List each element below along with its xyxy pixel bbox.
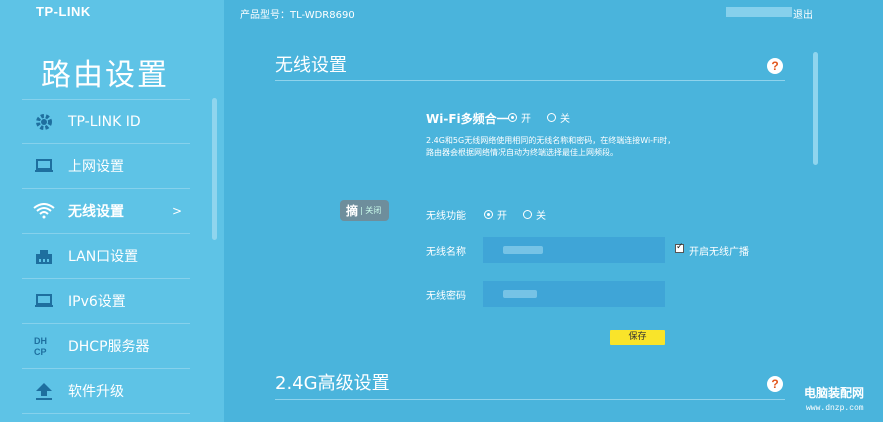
- description-line: 2.4G和5G无线网络使用相同的无线名称和密码，在终端连接Wi-Fi时，: [426, 136, 676, 145]
- wireless-function-label: 无线功能: [426, 211, 466, 222]
- logout-link[interactable]: 退出: [793, 6, 813, 21]
- wifi-icon: [32, 199, 56, 223]
- badge-close[interactable]: | 关闭: [360, 205, 381, 216]
- radio-label: 关: [536, 211, 546, 222]
- sidebar: TP-LINK 路由设置 TP-LINK ID 上网设置 无线设置 > LAN口…: [0, 0, 224, 422]
- upload-icon: [32, 379, 56, 403]
- watermark-url: www.dnzp.com: [806, 404, 864, 413]
- sidebar-item-upgrade[interactable]: 软件升级: [22, 369, 190, 414]
- main-scrollbar[interactable]: [813, 52, 818, 165]
- section-title-wireless: 无线设置: [275, 55, 347, 76]
- wireless-function-radio-group: 开 关: [484, 207, 546, 222]
- sidebar-item-label: DHCP服务器: [68, 339, 150, 355]
- watermark-name: 电脑装配网: [804, 386, 865, 400]
- radio-label: 开: [521, 114, 531, 125]
- save-button[interactable]: 保存: [610, 330, 665, 345]
- help-icon[interactable]: ?: [767, 376, 783, 392]
- description-line: 路由器会根据网络情况自动为终端选择最佳上网频段。: [426, 148, 618, 157]
- multi-band-on-radio[interactable]: [508, 113, 517, 122]
- password-input[interactable]: [483, 281, 665, 307]
- ssid-input[interactable]: [483, 237, 665, 263]
- multi-band-off-radio[interactable]: [547, 113, 556, 122]
- laptop-icon: [32, 154, 56, 178]
- dhcp-icon: DH CP: [32, 334, 56, 358]
- password-label: 无线密码: [426, 291, 466, 302]
- sidebar-item-label: 上网设置: [68, 159, 124, 175]
- gear-icon: [32, 110, 56, 134]
- section-divider: [275, 80, 785, 81]
- section-divider: [275, 399, 785, 400]
- sidebar-nav: TP-LINK ID 上网设置 无线设置 > LAN口设置 IPv6设置 DH …: [22, 99, 190, 414]
- multi-band-radio-group: 开 关: [508, 110, 570, 125]
- product-model: 产品型号：TL-WDR8690: [240, 10, 355, 21]
- ssid-value-blurred: [503, 246, 543, 254]
- sidebar-item-label: 无线设置: [68, 204, 124, 220]
- radio-label: 关: [560, 114, 570, 125]
- sidebar-item-tplink-id[interactable]: TP-LINK ID: [22, 99, 190, 144]
- sidebar-scrollbar[interactable]: [212, 98, 217, 240]
- sidebar-item-label: LAN口设置: [68, 249, 139, 265]
- sidebar-item-label: IPv6设置: [68, 294, 126, 310]
- laptop-icon: [32, 289, 56, 313]
- chevron-right-icon: >: [171, 204, 182, 218]
- multi-band-description: 2.4G和5G无线网络使用相同的无线名称和密码，在终端连接Wi-Fi时， 路由器…: [426, 135, 726, 159]
- sidebar-item-ipv6[interactable]: IPv6设置: [22, 279, 190, 324]
- help-icon[interactable]: ?: [767, 58, 783, 74]
- svg-text:DH: DH: [34, 336, 47, 346]
- broadcast-checkbox[interactable]: [675, 242, 684, 253]
- sidebar-item-label: TP-LINK ID: [68, 113, 141, 130]
- sidebar-item-label: 软件升级: [68, 384, 124, 400]
- floating-badge[interactable]: 摘 | 关闭: [340, 200, 389, 221]
- badge-label: 摘: [346, 204, 359, 218]
- ssid-label: 无线名称: [426, 247, 466, 258]
- broadcast-label: 开启无线广播: [689, 247, 749, 258]
- sidebar-item-lan[interactable]: LAN口设置: [22, 234, 190, 279]
- sidebar-title: 路由设置: [41, 58, 169, 93]
- radio-label: 开: [497, 211, 507, 222]
- tp-link-logo: TP-LINK: [36, 4, 91, 19]
- sidebar-item-wireless[interactable]: 无线设置 >: [22, 189, 190, 234]
- lan-port-icon: [32, 244, 56, 268]
- password-value-blurred: [503, 290, 537, 298]
- wireless-off-radio[interactable]: [523, 210, 532, 219]
- sidebar-item-dhcp[interactable]: DH CP DHCP服务器: [22, 324, 190, 369]
- section-title-advanced: 2.4G高级设置: [275, 373, 390, 394]
- wifi-multi-band-label: Wi-Fi多频合一: [426, 112, 509, 126]
- svg-text:CP: CP: [34, 347, 47, 357]
- user-account-blurred: [726, 7, 792, 17]
- sidebar-item-internet[interactable]: 上网设置: [22, 144, 190, 189]
- wireless-on-radio[interactable]: [484, 210, 493, 219]
